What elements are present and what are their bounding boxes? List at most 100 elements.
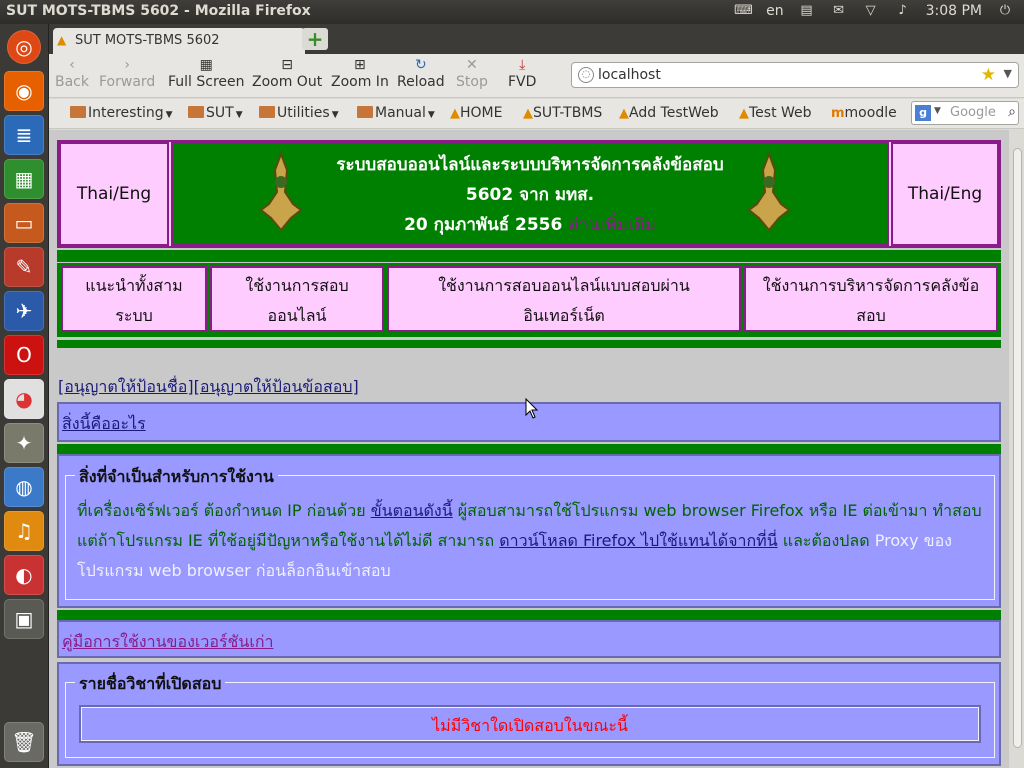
zoom-out-icon: ⊟ <box>281 57 293 73</box>
vertical-scrollbar[interactable] <box>1011 130 1024 768</box>
new-tab-button[interactable]: + <box>302 28 328 50</box>
reload-button[interactable]: ↻ Reload <box>397 57 445 90</box>
forward-button[interactable]: › Forward <box>99 57 155 90</box>
divider-bar <box>57 340 1001 348</box>
site-favicon-icon: ▲ <box>57 33 67 47</box>
menu-exam-bank[interactable]: ใช้งานการบริหารจัดการคลังข้อ สอบ <box>744 266 998 332</box>
chevron-down-icon: ▼ <box>427 110 435 120</box>
writer-icon[interactable]: ≣ <box>4 115 44 155</box>
opera-icon[interactable]: O <box>4 335 44 375</box>
tab-title: SUT MOTS-TBMS 5602 <box>75 33 220 48</box>
folder-icon <box>259 106 275 118</box>
thunderbird-icon[interactable]: ✈ <box>4 291 44 331</box>
workspace-icon[interactable]: ▣ <box>4 599 44 639</box>
power-icon[interactable]: ⏻ <box>996 4 1014 18</box>
download-firefox-link[interactable]: ดาวน์โหลด Firefox ไปใช้แทนได้จากที่นี่ <box>499 531 777 550</box>
trash-icon[interactable]: 🗑 <box>4 722 44 762</box>
tab-active[interactable]: ▲ SUT MOTS-TBMS 5602 <box>53 28 305 54</box>
download-icon: ⤓ <box>519 57 526 73</box>
fullscreen-button[interactable]: ▦ Full Screen <box>168 57 245 90</box>
university-seal-right <box>745 151 793 232</box>
url-text: localhost <box>598 67 661 83</box>
audio-icon[interactable]: ♫ <box>4 511 44 551</box>
firefox-window: ▲ SUT MOTS-TBMS 5602 + ‹ Back › Forward ▦ F… <box>49 24 1024 768</box>
menu-label: ใช้งานการบริหารจัดการคลังข้อ <box>762 276 980 295</box>
req-text: และต้องปลด <box>782 531 870 550</box>
clock[interactable]: 3:08 PM <box>926 3 982 19</box>
divider-bar <box>57 250 1001 262</box>
moodle-icon: m <box>831 106 845 121</box>
window-title: SUT MOTS-TBMS 5602 - Mozilla Firefox <box>6 3 311 19</box>
menu-label: ใช้งานการสอบออนไลน์แบบสอบผ่าน <box>438 276 690 295</box>
site-favicon-icon: ▲ <box>523 106 533 121</box>
bookmark-home[interactable]: ▲HOME <box>450 105 502 121</box>
bookmark-folder-sut[interactable]: SUT ▼ <box>188 105 243 121</box>
bookmark-folder-manual[interactable]: Manual ▼ <box>357 105 435 121</box>
messaging-icon[interactable]: ▤ <box>798 4 816 18</box>
no-courses-message: ไม่มีวิชาใดเปิดสอบในขณะนี้ <box>79 705 981 743</box>
back-button[interactable]: ‹ Back <box>55 57 89 90</box>
site-favicon-icon: ▲ <box>619 106 629 121</box>
chevron-down-icon[interactable]: ▼ <box>934 106 941 116</box>
globe-icon: ◌ <box>578 67 594 83</box>
keyboard-layout[interactable]: en <box>766 3 784 19</box>
what-is-this-link[interactable]: สิ่งนี้คืออะไร <box>62 412 146 437</box>
stop-button[interactable]: ✕ Stop <box>456 57 488 90</box>
permissions-link[interactable]: [อนุญาตให้ป้อนชื่อ][อนุญาตให้ป้อนข้อสอบ] <box>58 375 359 400</box>
ip-setup-link[interactable]: ขั้นตอนดังนี้ <box>371 501 453 520</box>
keyboard-icon[interactable]: ⌨ <box>734 4 753 18</box>
gimp-icon[interactable]: ✦ <box>4 423 44 463</box>
menu-intro-systems[interactable]: แนะนำทั้งสามระบบ <box>61 266 207 332</box>
menu-label: ใช้งานการสอบ <box>245 276 349 295</box>
wifi-icon[interactable]: ▽ <box>862 4 880 18</box>
folder-icon <box>70 106 86 118</box>
page-content: Thai/Eng ระบบสอบออนไลน์และระบบบริหารจัดก… <box>49 130 1009 768</box>
bookmark-test-web[interactable]: ▲Test Web <box>739 105 812 121</box>
url-dropdown-icon[interactable]: ▼ <box>1004 67 1012 80</box>
stop-icon: ✕ <box>466 57 478 73</box>
fullscreen-icon: ▦ <box>199 57 213 73</box>
impress-icon[interactable]: ▭ <box>4 203 44 243</box>
internet-icon[interactable]: ◍ <box>4 467 44 507</box>
menu-label: ออนไลน์ <box>267 306 327 325</box>
menu-label: แนะนำทั้งสาม <box>85 276 183 295</box>
bookmark-folder-utilities[interactable]: Utilities ▼ <box>259 105 339 121</box>
bookmark-moodle[interactable]: mmoodle <box>831 105 897 121</box>
bookmark-sut-tbms[interactable]: ▲SUT-TBMS <box>523 105 602 121</box>
calc-icon[interactable]: ▦ <box>4 159 44 199</box>
url-bar[interactable]: ◌ localhost ★ ▼ <box>571 62 1019 88</box>
settings-icon[interactable]: ✎ <box>4 247 44 287</box>
scrollbar-thumb[interactable] <box>1013 148 1022 748</box>
fvd-button[interactable]: ⤓ FVD <box>508 57 536 90</box>
chevron-down-icon: ▼ <box>331 110 339 120</box>
lang-toggle-left[interactable]: Thai/Eng <box>59 142 169 246</box>
old-manual-link[interactable]: คู่มือการใช้งานของเวอร์ชันเก่า <box>62 630 273 655</box>
search-icon[interactable]: ⌕ <box>1008 104 1016 120</box>
chrome-icon[interactable]: ◕ <box>4 379 44 419</box>
menu-online-exam[interactable]: ใช้งานการสอบออนไลน์ <box>210 266 384 332</box>
req-text: ผู้สอบสามารถใช้โปรแกรม web browser Firef… <box>457 501 928 520</box>
zoom-in-icon: ⊞ <box>354 57 366 73</box>
ubuntu-logo-icon[interactable]: ◎ <box>7 30 41 64</box>
menu-internet-exam[interactable]: ใช้งานการสอบออนไลน์แบบสอบผ่านอินเทอร์เน็… <box>387 266 741 332</box>
zoom-out-button[interactable]: ⊟ Zoom Out <box>252 57 322 90</box>
tab-bar: ▲ SUT MOTS-TBMS 5602 + <box>49 24 1024 54</box>
bookmark-star-icon[interactable]: ★ <box>981 65 996 85</box>
lang-toggle-right[interactable]: Thai/Eng <box>891 142 999 246</box>
zoom-in-button[interactable]: ⊞ Zoom In <box>331 57 389 90</box>
mail-icon[interactable]: ✉ <box>830 4 848 18</box>
read-more-link[interactable]: อ่านเพิ่มเติม <box>568 215 656 235</box>
bookmarks-toolbar: Interesting ▼ SUT ▼ Utilities ▼ Manual ▼ ▲HO… <box>49 99 1024 129</box>
chevron-down-icon: ▼ <box>235 110 243 120</box>
bookmark-folder-interesting[interactable]: Interesting ▼ <box>70 105 173 121</box>
forward-arrow-icon: › <box>124 57 130 73</box>
chevron-down-icon: ▼ <box>165 110 173 120</box>
firefox-icon[interactable]: ◉ <box>4 71 44 111</box>
search-box[interactable]: g ▼ Google ⌕ <box>911 101 1019 125</box>
launcher: ◎ ◉ ≣ ▦ ▭ ✎ ✈ O ◕ ✦ ◍ ♫ ◐ ▣ 🗑 <box>0 24 49 768</box>
menu-label: อินเทอร์เน็ต <box>523 306 605 325</box>
bookmark-add-testweb[interactable]: ▲Add TestWeb <box>619 105 719 121</box>
menu-label: ระบบ <box>115 306 153 325</box>
game-icon[interactable]: ◐ <box>4 555 44 595</box>
volume-icon[interactable]: ♪ <box>894 4 912 18</box>
